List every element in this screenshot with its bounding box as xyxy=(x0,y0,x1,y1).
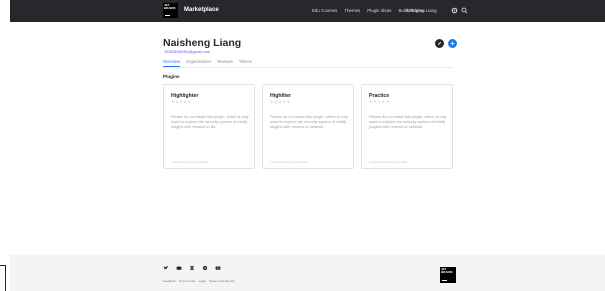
plugin-card[interactable]: Highlighter ★★★★★ Please do not install … xyxy=(163,84,255,169)
top-nav: JET BRAINS Marketplace Edu Courses Theme… xyxy=(10,0,605,22)
footer-jetbrains-logo[interactable]: JET BRAINS xyxy=(440,267,456,283)
plus-icon xyxy=(450,41,455,46)
profile-tabs: Overview Organizations Reviews Tokens xyxy=(163,59,252,67)
tab-overview[interactable]: Overview xyxy=(163,59,181,67)
footer-link-legal[interactable]: Legal xyxy=(199,279,206,283)
plugin-card-meta: 0 downloads Not rated Incompatible xyxy=(369,161,408,164)
edit-profile-button[interactable] xyxy=(435,39,444,48)
plugin-card[interactable]: Highliter ★★★★★ Please do not install th… xyxy=(262,84,354,169)
footer-link-privacy[interactable]: Privacy and Security xyxy=(209,279,235,283)
social-links xyxy=(163,265,221,271)
nav-link-plugin-ideas[interactable]: Plugin Ideas xyxy=(367,8,391,13)
footer: Feedback Terms of Use Legal Privacy and … xyxy=(10,255,605,291)
search-icon[interactable] xyxy=(461,7,468,14)
plugins-section-title: Plugins xyxy=(163,74,180,79)
video-icon[interactable] xyxy=(215,265,221,271)
rating-stars: ★★★★★ xyxy=(270,99,291,104)
rating-stars: ★★★★★ xyxy=(369,99,390,104)
tab-reviews[interactable]: Reviews xyxy=(217,59,232,67)
window-edge-marker xyxy=(0,265,6,291)
nav-link-edu-courses[interactable]: Edu Courses xyxy=(312,8,337,13)
brand-title[interactable]: Marketplace xyxy=(184,7,219,13)
page-title: Naisheng Liang xyxy=(163,37,242,49)
footer-link-feedback[interactable]: Feedback xyxy=(163,279,176,283)
add-plugin-button[interactable] xyxy=(448,39,457,48)
slack-icon[interactable] xyxy=(189,265,195,271)
profile-email[interactable]: 1028083849liu@gmail.com xyxy=(164,50,210,54)
reddit-icon[interactable] xyxy=(202,265,208,271)
plugin-card-meta: 0 downloads Not rated Incompatible xyxy=(171,161,210,164)
jetbrains-logo[interactable]: JET BRAINS xyxy=(163,3,178,18)
footer-link-terms[interactable]: Terms of Use xyxy=(179,279,196,283)
youtube-icon[interactable] xyxy=(176,265,182,271)
tab-tokens[interactable]: Tokens xyxy=(239,59,252,67)
plugin-card[interactable]: Practice ★★★★★ Please do not install thi… xyxy=(361,84,453,169)
nav-link-themes[interactable]: Themes xyxy=(344,8,360,13)
twitter-icon[interactable] xyxy=(163,265,169,271)
tab-organizations[interactable]: Organizations xyxy=(186,59,211,67)
tab-divider xyxy=(163,67,453,68)
plugin-card-description: Please do not install this plugin, which… xyxy=(369,114,447,129)
plugin-card-meta: 0 downloads Not rated Incompatible xyxy=(270,161,309,164)
footer-links: Feedback Terms of Use Legal Privacy and … xyxy=(163,279,235,283)
rating-stars: ★★★★★ xyxy=(171,99,192,104)
pencil-icon xyxy=(438,41,442,45)
plugin-card-description: Please do not install this plugin, which… xyxy=(270,114,348,129)
settings-icon[interactable] xyxy=(451,7,458,14)
plugin-card-description: Please do not install this plugin, which… xyxy=(171,114,249,129)
nav-user-name[interactable]: Naisheng Liang xyxy=(406,8,437,13)
